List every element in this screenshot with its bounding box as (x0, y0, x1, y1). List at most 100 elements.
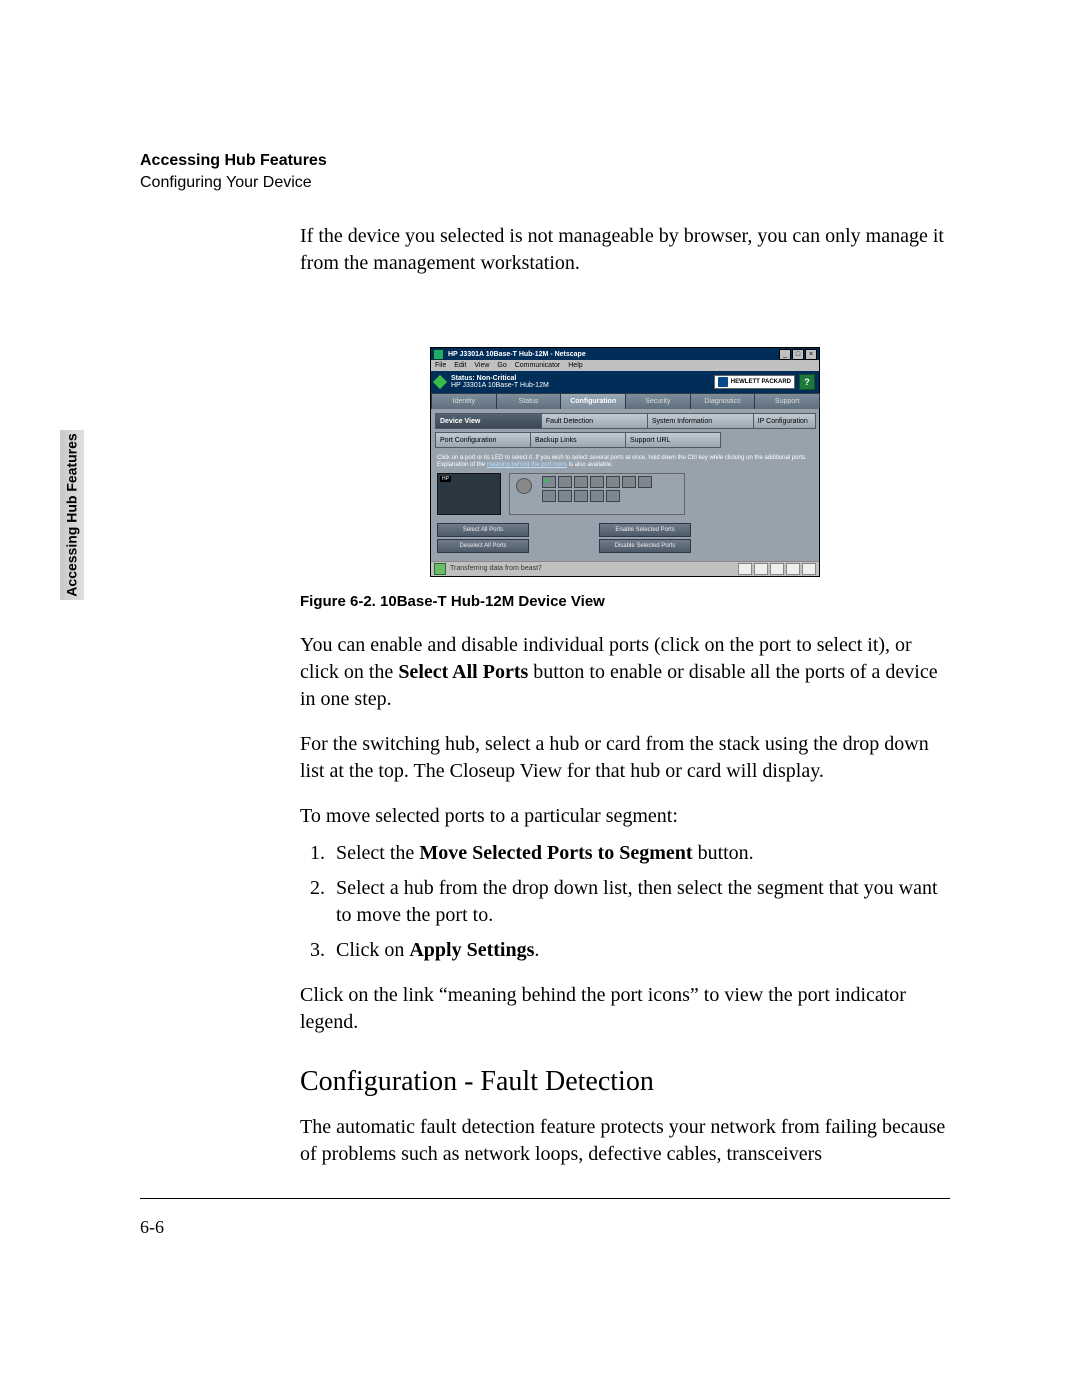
port-6[interactable] (622, 476, 636, 488)
device-thumbnail: HP (437, 473, 501, 515)
text: button. (693, 842, 754, 864)
hp-logo-text: HEWLETT PACKARD (731, 379, 791, 385)
statusbar-text: Transferring data from beast7 (450, 565, 542, 572)
bold-text: Move Selected Ports to Segment (419, 842, 692, 864)
paragraph: You can enable and disable individual po… (300, 632, 950, 713)
tray-icon (802, 563, 816, 575)
text: Select the (336, 842, 419, 864)
subtab-system-information[interactable]: System Information (647, 413, 754, 429)
list-item: Click on Apply Settings. (330, 937, 950, 964)
config-panel: Device View Fault Detection System Infor… (431, 409, 819, 561)
paragraph: If the device you selected is not manage… (300, 223, 950, 277)
tray-icon (754, 563, 768, 575)
tray-icon (738, 563, 752, 575)
help-button[interactable]: ? (799, 374, 815, 390)
port-9[interactable] (558, 490, 572, 502)
port-2[interactable] (558, 476, 572, 488)
subtab-row: Port Configuration Backup Links Support … (435, 432, 815, 448)
hint-part-b: is also available. (569, 462, 613, 468)
status-text: Status: Non-Critical HP J3301A 10Base-T … (451, 375, 714, 390)
page-number: 6-6 (140, 1217, 950, 1238)
subtab-support-url[interactable]: Support URL (625, 432, 721, 448)
statusbar-tray (738, 563, 816, 575)
screenshot-window: HP J3301A 10Base-T Hub-12M - Netscape _ … (430, 347, 820, 577)
port-7[interactable] (638, 476, 652, 488)
netscape-icon (433, 349, 444, 360)
window-controls: _ □ × (779, 349, 817, 360)
side-tab: Accessing Hub Features (60, 430, 84, 600)
figure-caption: Figure 6-2. 10Base-T Hub-12M Device View (300, 593, 950, 610)
tab-diagnostics[interactable]: Diagnostics (690, 393, 756, 409)
deselect-all-ports-button[interactable]: Deselect All Ports (437, 539, 529, 553)
window-title: HP J3301A 10Base-T Hub-12M - Netscape (444, 351, 779, 358)
bold-text: Apply Settings (409, 939, 534, 961)
device-thumb-label: HP (440, 476, 451, 482)
port-11[interactable] (590, 490, 604, 502)
content: If the device you selected is not manage… (300, 223, 950, 1168)
paragraph: To move selected ports to a particular s… (300, 803, 950, 830)
menu-item[interactable]: View (474, 362, 489, 369)
port-10[interactable] (574, 490, 588, 502)
figure: HP J3301A 10Base-T Hub-12M - Netscape _ … (300, 347, 950, 577)
hp-logo-icon (718, 377, 728, 387)
subtab-fault-detection[interactable]: Fault Detection (541, 413, 648, 429)
port-12[interactable] (606, 490, 620, 502)
list-item: Select the Move Selected Ports to Segmen… (330, 840, 950, 867)
tray-icon (786, 563, 800, 575)
running-head: Accessing Hub Features Configuring Your … (140, 150, 950, 193)
status-icon (433, 375, 447, 389)
paragraph: The automatic fault detection feature pr… (300, 1114, 950, 1168)
page: Accessing Hub Features Configuring Your … (0, 0, 1080, 1397)
tab-support[interactable]: Support (754, 393, 820, 409)
paragraph: Click on the link “meaning behind the po… (300, 982, 950, 1036)
subtab-device-view[interactable]: Device View (435, 413, 542, 429)
section-heading: Configuration - Fault Detection (300, 1066, 950, 1098)
close-button[interactable]: × (805, 349, 817, 360)
footer-rule (140, 1198, 950, 1199)
menu-item[interactable]: Communicator (515, 362, 561, 369)
hp-logo: HEWLETT PACKARD (714, 375, 795, 389)
select-buttons-col: Select All Ports Deselect All Ports (437, 523, 529, 553)
menu-item[interactable]: Help (568, 362, 582, 369)
device-name: HP J3301A 10Base-T Hub-12M (451, 382, 549, 389)
browser-statusbar: Transferring data from beast7 (431, 561, 819, 576)
port-1[interactable] (542, 476, 556, 488)
tab-identity[interactable]: Identity (431, 393, 497, 409)
select-all-ports-button[interactable]: Select All Ports (437, 523, 529, 537)
tab-configuration[interactable]: Configuration (560, 393, 626, 409)
minimize-button[interactable]: _ (779, 349, 791, 360)
maximize-button[interactable]: □ (792, 349, 804, 360)
status-banner: Status: Non-Critical HP J3301A 10Base-T … (431, 371, 819, 393)
port-3[interactable] (574, 476, 588, 488)
subtab-backup-links[interactable]: Backup Links (530, 432, 626, 448)
tray-icon (770, 563, 784, 575)
subtab-row: Device View Fault Detection System Infor… (435, 413, 815, 429)
port-icons-meaning-link[interactable]: meaning behind the port icons (487, 462, 567, 468)
menu-item[interactable]: Go (497, 362, 506, 369)
port-5[interactable] (606, 476, 620, 488)
status-label: Status: Non-Critical (451, 375, 714, 383)
disable-selected-ports-button[interactable]: Disable Selected Ports (599, 539, 691, 553)
menu-bar: File Edit View Go Communicator Help (431, 360, 819, 371)
port-8[interactable] (542, 490, 556, 502)
tab-security[interactable]: Security (625, 393, 691, 409)
enable-buttons-col: Enable Selected Ports Disable Selected P… (599, 523, 691, 553)
window-titlebar: HP J3301A 10Base-T Hub-12M - Netscape _ … (431, 348, 819, 360)
subtab-port-configuration[interactable]: Port Configuration (435, 432, 531, 448)
text: . (534, 939, 539, 961)
enable-selected-ports-button[interactable]: Enable Selected Ports (599, 523, 691, 537)
link-led-icon (516, 478, 532, 494)
menu-item[interactable]: Edit (454, 362, 466, 369)
ports (542, 476, 662, 502)
device-area: HP (435, 471, 815, 515)
menu-item[interactable]: File (435, 362, 446, 369)
running-head-title: Accessing Hub Features (140, 150, 950, 172)
paragraph: For the switching hub, select a hub or c… (300, 731, 950, 785)
side-tab-label: Accessing Hub Features (64, 433, 80, 596)
tab-status[interactable]: Status (496, 393, 562, 409)
action-buttons: Select All Ports Deselect All Ports Enab… (435, 515, 815, 557)
ordered-list: Select the Move Selected Ports to Segmen… (300, 840, 950, 964)
subtab-ip-configuration[interactable]: IP Configuration (753, 413, 816, 429)
text: Click on (336, 939, 409, 961)
port-4[interactable] (590, 476, 604, 488)
